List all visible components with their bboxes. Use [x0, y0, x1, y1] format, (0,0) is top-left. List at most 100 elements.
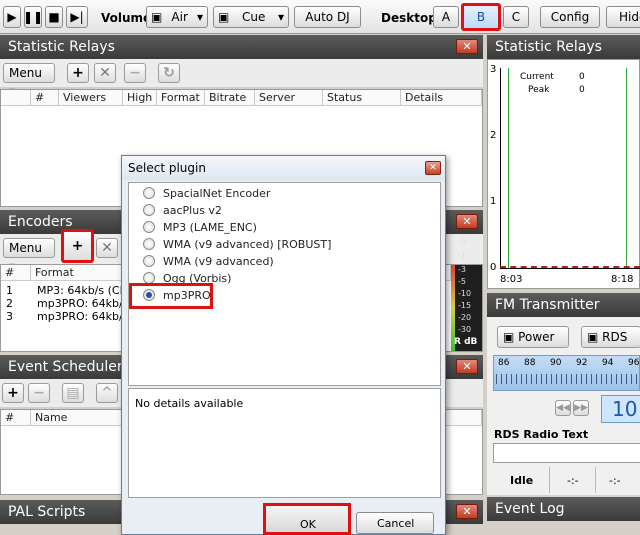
play-icon: ▶: [7, 10, 17, 24]
freq-scale: [496, 374, 639, 384]
configure-relay-button[interactable]: ✕: [94, 63, 116, 83]
relays-col-high[interactable]: High: [123, 90, 157, 106]
hide-button[interactable]: Hide: [606, 6, 640, 28]
radio-button[interactable]: [143, 187, 155, 199]
cue-dropdown[interactable]: ▣ Cue ▾: [213, 6, 289, 28]
db-tick: -15: [458, 301, 472, 310]
radio-button[interactable]: [143, 204, 155, 216]
relays-menu-button[interactable]: Menu ▾: [3, 63, 55, 98]
edit-event-button[interactable]: ▤: [62, 383, 84, 403]
desktop-label: Desktop: [381, 11, 437, 25]
encoders-col-num[interactable]: #: [1, 265, 31, 281]
config-button[interactable]: Config: [540, 6, 600, 28]
divider: [595, 467, 596, 493]
desktop-b-button[interactable]: B: [461, 3, 501, 31]
stop-button[interactable]: ■: [45, 6, 63, 28]
autodj-button[interactable]: Auto DJ: [294, 6, 361, 28]
details-text: No details available: [135, 397, 244, 410]
document-icon: ▤: [66, 385, 80, 401]
db-tick: -3: [458, 265, 466, 274]
y-tick-0: 0: [490, 262, 497, 273]
radio-button[interactable]: [143, 238, 155, 250]
relays-col-server[interactable]: Server: [255, 90, 323, 106]
freq-tick: 88: [524, 358, 536, 368]
forward-icon: ▶▶: [574, 403, 588, 413]
remove-relay-button[interactable]: −: [124, 63, 146, 83]
relays-col-num[interactable]: #: [31, 90, 59, 106]
add-encoder-button[interactable]: +: [61, 229, 94, 263]
plugin-option[interactable]: MP3 (LAME_ENC): [163, 221, 257, 234]
close-icon[interactable]: ✕: [456, 214, 478, 229]
add-event-button[interactable]: +: [2, 383, 24, 403]
details-box: No details available: [128, 388, 441, 498]
divider: [549, 467, 550, 493]
encoders-title: Encoders: [8, 214, 73, 230]
refresh-icon: ↻: [163, 65, 175, 81]
scheduler-title: Event Scheduler: [8, 359, 123, 375]
power-icon: ▣: [503, 330, 515, 344]
plus-icon: +: [7, 385, 19, 401]
move-up-button[interactable]: ^: [96, 383, 118, 403]
relays-col-format[interactable]: Format: [157, 90, 205, 106]
seek-forward-button[interactable]: ▶▶: [573, 400, 589, 416]
cancel-button[interactable]: Cancel: [356, 512, 434, 534]
eventlog-header: Event Log: [487, 497, 640, 521]
play-button[interactable]: ▶: [3, 6, 21, 28]
rds-text-input[interactable]: [493, 443, 640, 463]
remove-event-button[interactable]: −: [28, 383, 50, 403]
relays-toolbar: Menu ▾ + ✕ − ↻: [0, 59, 483, 98]
air-dropdown[interactable]: ▣ Air ▾: [146, 6, 208, 28]
plugin-option[interactable]: aacPlus v2: [163, 204, 222, 217]
relays-col-blank: [1, 90, 31, 106]
peak-label: Peak: [528, 85, 550, 95]
db-unit: R dB: [454, 337, 478, 347]
plugin-option-selected[interactable]: mp3PRO: [163, 289, 211, 302]
fm-title: FM Transmitter: [495, 297, 600, 313]
desktop-c-button[interactable]: C: [503, 6, 529, 28]
plugin-option[interactable]: SpacialNet Encoder: [163, 187, 270, 200]
power-button[interactable]: ▣ Power: [497, 326, 569, 348]
dialog-close-icon[interactable]: ✕: [425, 161, 441, 175]
close-icon[interactable]: ✕: [456, 39, 478, 54]
tools-icon: ✕: [99, 65, 111, 81]
rewind-icon: ◀◀: [556, 403, 570, 413]
freq-tick: 86: [498, 358, 510, 368]
refresh-relay-button[interactable]: ↻: [158, 63, 180, 83]
fm-panel: ▣ Power ▣ RDS 86 88 90 92 94 96 ◀◀ ▶▶ 10…: [487, 317, 640, 495]
y-tick-3: 3: [490, 64, 497, 75]
relays-col-details[interactable]: Details: [401, 90, 482, 106]
ok-button[interactable]: OK: [263, 503, 351, 535]
db-tick: -5: [458, 277, 466, 286]
next-button[interactable]: ▶|: [66, 6, 88, 28]
relays-col-viewers[interactable]: Viewers: [59, 90, 123, 106]
encoder-row-num: 1: [6, 284, 13, 297]
close-icon[interactable]: ✕: [456, 359, 478, 374]
next-icon: ▶|: [70, 10, 84, 24]
pause-button[interactable]: ❚❚: [23, 6, 43, 28]
radio-button[interactable]: [143, 221, 155, 233]
configure-encoder-button[interactable]: ✕: [96, 238, 118, 258]
encoders-menu-button[interactable]: Menu ▾: [3, 238, 55, 273]
plugin-list: SpacialNet Encoder aacPlus v2 MP3 (LAME_…: [128, 182, 441, 386]
seek-back-button[interactable]: ◀◀: [555, 400, 571, 416]
desktop-a-button[interactable]: A: [433, 6, 459, 28]
plus-icon: +: [72, 65, 84, 81]
close-icon[interactable]: ✕: [456, 504, 478, 519]
freq-tick: 90: [550, 358, 562, 368]
encoder-row-num: 3: [6, 310, 13, 323]
radio-button[interactable]: [143, 255, 155, 267]
scheduler-col-num[interactable]: #: [1, 410, 31, 426]
plugin-option[interactable]: WMA (v9 advanced) [ROBUST]: [163, 238, 331, 251]
frequency-display: 10: [601, 395, 640, 423]
plugin-option[interactable]: WMA (v9 advanced): [163, 255, 274, 268]
relays-col-status[interactable]: Status: [323, 90, 401, 106]
x-tick-label: 8:03: [500, 274, 523, 285]
rds-button[interactable]: ▣ RDS: [581, 326, 640, 348]
frequency-dial[interactable]: 86 88 90 92 94 96: [493, 355, 640, 391]
db-tick: -10: [458, 289, 472, 298]
relays-col-bitrate[interactable]: Bitrate: [205, 90, 255, 106]
y-tick-2: 2: [490, 130, 497, 141]
add-relay-button[interactable]: +: [67, 63, 89, 83]
dialog-title: Select plugin: [128, 161, 206, 175]
graph-y-axis: [500, 68, 501, 268]
